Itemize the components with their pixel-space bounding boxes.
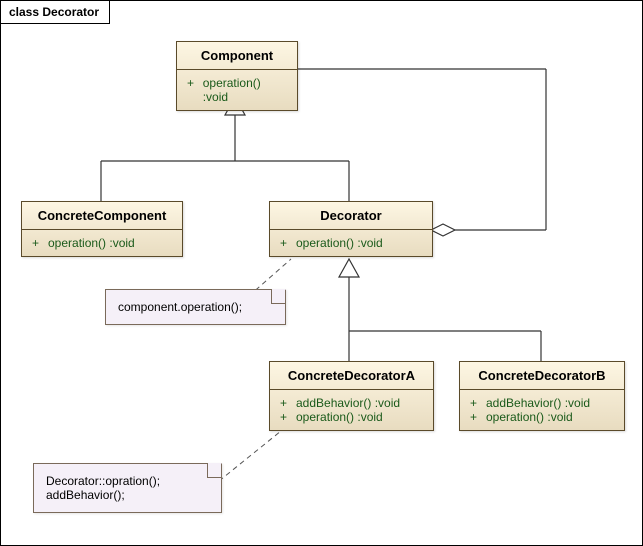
class-operations: + operation() :void <box>270 230 432 256</box>
operation-row: + operation() :void <box>280 410 423 424</box>
note-line: Decorator::opration(); <box>46 474 209 488</box>
operation-signature: operation() :void <box>48 236 135 250</box>
visibility: + <box>32 236 42 250</box>
operation-row: + operation() :void <box>187 76 287 104</box>
class-concrete-decorator-b: ConcreteDecoratorB + addBehavior() :void… <box>459 361 625 431</box>
visibility: + <box>280 396 290 410</box>
class-concrete-component: ConcreteComponent + operation() :void <box>21 201 183 257</box>
class-name: Decorator <box>270 202 432 230</box>
visibility: + <box>280 410 290 424</box>
operation-signature: addBehavior() :void <box>486 396 590 410</box>
operation-signature: operation() :void <box>296 410 383 424</box>
note-line: component.operation(); <box>118 300 273 314</box>
operation-row: + operation() :void <box>470 410 614 424</box>
note-line: addBehavior(); <box>46 488 209 502</box>
class-concrete-decorator-a: ConcreteDecoratorA + addBehavior() :void… <box>269 361 434 431</box>
class-name: ConcreteDecoratorA <box>270 362 433 390</box>
operation-row: + addBehavior() :void <box>280 396 423 410</box>
note-concrete-decorator-a: Decorator::opration(); addBehavior(); <box>33 463 222 513</box>
operation-signature: addBehavior() :void <box>296 396 400 410</box>
class-name: Component <box>177 42 297 70</box>
class-decorator: Decorator + operation() :void <box>269 201 433 257</box>
visibility: + <box>280 236 290 250</box>
operation-signature: operation() :void <box>486 410 573 424</box>
operation-row: + operation() :void <box>280 236 422 250</box>
visibility: + <box>187 76 197 104</box>
operation-row: + addBehavior() :void <box>470 396 614 410</box>
visibility: + <box>470 410 480 424</box>
note-decorator: component.operation(); <box>105 289 286 325</box>
class-operations: + addBehavior() :void + operation() :voi… <box>460 390 624 430</box>
operation-row: + operation() :void <box>32 236 172 250</box>
class-name: ConcreteDecoratorB <box>460 362 624 390</box>
operation-signature: operation() :void <box>296 236 383 250</box>
class-component: Component + operation() :void <box>176 41 298 111</box>
visibility: + <box>470 396 480 410</box>
operation-signature: operation() :void <box>203 76 287 104</box>
class-operations: + addBehavior() :void + operation() :voi… <box>270 390 433 430</box>
class-operations: + operation() :void <box>22 230 182 256</box>
class-diagram-frame: class Decorator Component + opera <box>0 0 643 546</box>
class-name: ConcreteComponent <box>22 202 182 230</box>
class-operations: + operation() :void <box>177 70 297 110</box>
